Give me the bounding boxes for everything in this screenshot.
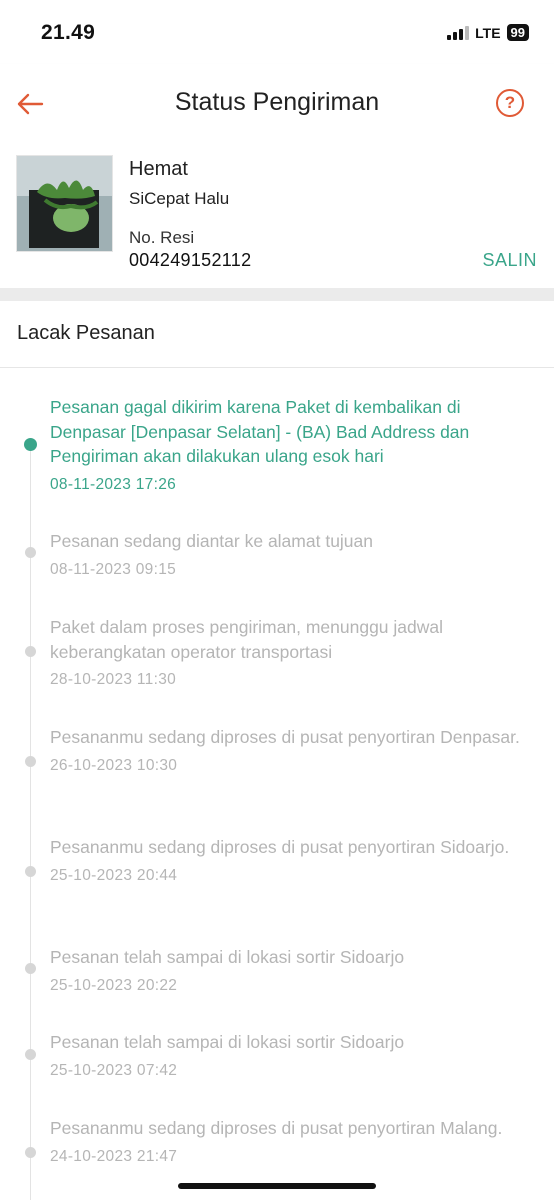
battery-icon: 99	[506, 24, 529, 41]
event-time: 25-10-2023 20:44	[50, 866, 178, 884]
divider	[0, 367, 554, 368]
timeline-dot	[25, 866, 36, 877]
event-time: 26-10-2023 10:30	[50, 756, 178, 774]
product-thumbnail[interactable]	[16, 155, 113, 252]
event-time: 08-11-2023 17:26	[50, 475, 177, 493]
event-description: Pesanan telah sampai di lokasi sortir Si…	[50, 947, 405, 967]
event-description: Pesanan sedang diantar ke alamat tujuan	[50, 531, 374, 551]
timeline-dot	[25, 1049, 36, 1060]
event-description: Pesananmu sedang diproses di pusat penyo…	[50, 837, 510, 857]
home-indicator[interactable]	[178, 1183, 376, 1189]
timeline-dot	[25, 1147, 36, 1158]
event-description: Pesanan telah sampai di lokasi sortir Si…	[50, 1032, 405, 1052]
product-card: Hemat SiCepat Halu No. Resi 004249152112…	[0, 140, 554, 288]
tracking-event: Pesanan gagal dikirim karena Paket di ke…	[50, 395, 530, 494]
event-time: 25-10-2023 20:22	[50, 976, 178, 994]
event-description: Pesananmu sedang diproses di pusat penyo…	[50, 1118, 503, 1138]
timeline-dot-active	[24, 438, 37, 451]
plant-image	[17, 156, 112, 251]
tracking-event: Pesananmu sedang diproses di pusat penyo…	[50, 1116, 530, 1166]
tracking-event: Pesananmu sedang diproses di pusat penyo…	[50, 835, 530, 885]
courier-name: SiCepat Halu	[129, 189, 230, 208]
resi-number: 004249152112	[129, 250, 252, 270]
tracking-event: Pesanan sedang diantar ke alamat tujuan …	[50, 529, 530, 579]
event-description: Pesanan gagal dikirim karena Paket di ke…	[50, 397, 470, 466]
network-label: LTE	[475, 24, 501, 41]
tracking-title: Lacak Pesanan	[17, 322, 155, 344]
status-bar: 21.49 LTE 99	[0, 0, 554, 64]
signal-icon	[447, 25, 470, 40]
product-name: Hemat	[129, 158, 188, 180]
page-title: Status Pengiriman	[174, 88, 380, 116]
timeline-dot	[25, 756, 36, 767]
status-indicators: LTE 99	[447, 24, 529, 41]
event-time: 24-10-2023 21:47	[50, 1147, 178, 1165]
timeline-dot	[25, 646, 36, 657]
event-time: 28-10-2023 11:30	[50, 671, 177, 688]
resi-label: No. Resi	[129, 228, 195, 247]
timeline-dot	[25, 547, 36, 558]
section-divider	[0, 288, 554, 301]
status-time: 21.49	[41, 21, 96, 44]
tracking-event: Pesanan telah sampai di lokasi sortir Si…	[50, 1030, 530, 1080]
tracking-event: Pesananmu sedang diproses di pusat penyo…	[50, 725, 530, 775]
event-description: Pesananmu sedang diproses di pusat penyo…	[50, 727, 520, 747]
question-circle-icon: ?	[504, 93, 516, 112]
tracking-event: Pesanan telah sampai di lokasi sortir Si…	[50, 945, 530, 995]
tracking-event: Paket dalam proses pengiriman, menunggu …	[50, 615, 530, 689]
copy-resi-button[interactable]: SALIN	[482, 250, 537, 271]
event-time: 25-10-2023 07:42	[50, 1061, 178, 1079]
event-description: Paket dalam proses pengiriman, menunggu …	[50, 617, 444, 662]
event-time: 08-11-2023 09:15	[50, 560, 177, 578]
help-button[interactable]: ?	[496, 89, 524, 117]
timeline-dot	[25, 963, 36, 974]
app-header: Status Pengiriman ?	[0, 64, 554, 140]
